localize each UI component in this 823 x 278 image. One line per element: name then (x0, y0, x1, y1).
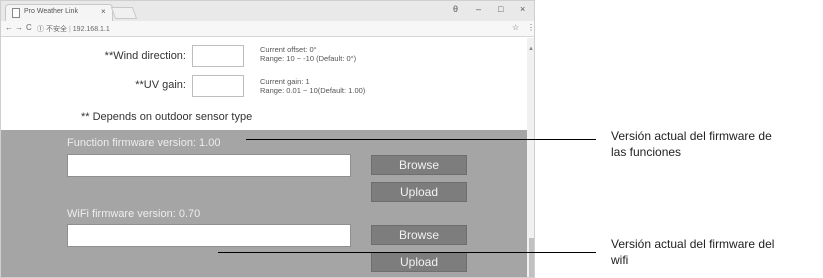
scrollbar[interactable]: ▲ (527, 38, 534, 277)
uv-hint-current: Current gain: 1 (260, 77, 310, 86)
function-browse-button[interactable]: Browse (371, 155, 467, 175)
address-bar: ← → C ① 不安全 | 192.168.1.1 ☆ ⋮ (1, 21, 534, 37)
close-window-button[interactable]: × (520, 4, 525, 14)
page-icon (12, 8, 20, 18)
maximize-button[interactable]: □ (498, 4, 503, 14)
minimize-button[interactable]: – (476, 4, 481, 14)
wifi-callout-text: Versión actual del firmware del wifi (611, 236, 774, 268)
function-upload-button[interactable]: Upload (371, 182, 467, 202)
uv-hint-range: Range: 0.01 ~ 10(Default: 1.00) (260, 86, 366, 95)
firmware-panel: Function firmware version: 1.00 Browse U… (1, 130, 527, 277)
wifi-callout-line1: Versión actual del firmware del (611, 237, 775, 251)
sensor-settings: **Wind direction: Current offset: 0° Ran… (1, 38, 527, 130)
tab-strip: Pro Weather Link × θ – □ × (1, 1, 534, 21)
function-callout-line2: las funciones (611, 145, 682, 159)
uv-gain-label: **UV gain: (135, 79, 186, 91)
function-callout-line (246, 139, 596, 140)
bookmark-star-icon[interactable]: ☆ (512, 23, 519, 32)
forward-arrow-icon[interactable]: → (15, 23, 23, 32)
tab-title: Pro Weather Link (24, 8, 78, 15)
wifi-upload-button[interactable]: Upload (371, 252, 467, 272)
url-text: 192.168.1.1 (72, 26, 110, 33)
back-arrow-icon[interactable]: ← (5, 23, 13, 32)
function-callout-text: Versión actual del firmware de las funci… (611, 128, 772, 160)
tab-close-icon[interactable]: × (101, 7, 106, 16)
wind-hint-current: Current offset: 0° (260, 45, 317, 54)
wind-hint-range: Range: 10 ~ -10 (Default: 0°) (260, 54, 357, 63)
sensor-note: ** Depends on outdoor sensor type (81, 111, 253, 123)
wifi-firmware-version: WiFi firmware version: 0.70 (67, 208, 201, 220)
new-tab-button[interactable] (110, 7, 138, 19)
url-field[interactable]: ① 不安全 | 192.168.1.1 (37, 24, 110, 34)
wifi-firmware-file-input[interactable] (67, 224, 351, 247)
menu-icon[interactable]: ⋮ (527, 23, 534, 32)
browser-tab[interactable]: Pro Weather Link × (5, 4, 113, 21)
function-firmware-version: Function firmware version: 1.00 (67, 137, 221, 149)
wifi-browse-button[interactable]: Browse (371, 225, 467, 245)
url-separator: | (68, 26, 71, 33)
wind-direction-input[interactable] (192, 45, 244, 67)
wifi-callout-line (218, 252, 596, 253)
security-indicator[interactable]: ① 不安全 (37, 26, 67, 33)
function-firmware-file-input[interactable] (67, 154, 351, 177)
wifi-callout-line2: wifi (611, 253, 629, 267)
function-callout-line1: Versión actual del firmware de (611, 129, 772, 143)
scroll-up-arrow-icon[interactable]: ▲ (528, 46, 534, 52)
uv-gain-input[interactable] (192, 75, 244, 97)
page-content: **Wind direction: Current offset: 0° Ran… (1, 38, 527, 277)
reload-icon[interactable]: C (26, 23, 32, 32)
scroll-thumb[interactable] (529, 238, 534, 277)
wind-direction-label: **Wind direction: (104, 50, 186, 62)
account-icon[interactable]: θ (453, 4, 458, 14)
